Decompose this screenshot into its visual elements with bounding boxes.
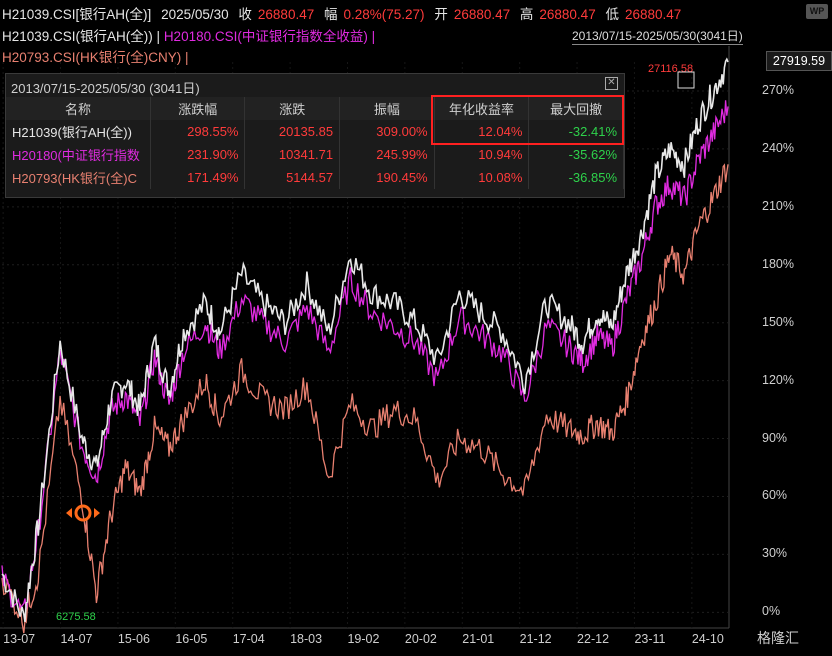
brand-logo: 格隆汇 (757, 630, 799, 646)
row-pct: 171.49% (150, 166, 246, 189)
y-tick-label: 90% (762, 430, 788, 445)
header-pct: 涨跌幅 (150, 97, 246, 120)
row-name: H20180(中证银行指数 (6, 143, 151, 166)
row-pct: 231.90% (150, 143, 246, 166)
x-tick-label: 19-02 (347, 632, 380, 646)
x-tick-label: 24-10 (691, 632, 724, 646)
last-value-tag: 27919.59 (766, 51, 832, 71)
row-pct: 298.55% (150, 120, 246, 143)
header-amp: 振幅 (339, 97, 435, 120)
table-row[interactable]: H20180(中证银行指数 231.90% 10341.71 245.99% 1… (6, 143, 624, 166)
x-tick-label: 14-07 (60, 632, 93, 646)
y-tick-label: 150% (762, 314, 794, 329)
row-chg: 5144.57 (244, 166, 341, 189)
header-chg: 涨跌 (244, 97, 341, 120)
y-tick-label: 0% (762, 604, 781, 619)
row-amp: 309.00% (339, 120, 435, 143)
y-tick-label: 30% (762, 546, 788, 561)
y-tick-label: 180% (762, 256, 794, 271)
row-chg: 20135.85 (244, 120, 341, 143)
x-tick-label: 20-02 (404, 632, 437, 646)
row-mdd: -35.62% (528, 143, 624, 166)
x-tick-label: 15-06 (117, 632, 150, 646)
x-tick-label: 13-07 (3, 632, 36, 646)
y-tick-label: 270% (762, 82, 794, 97)
row-name: H20793(HK银行(全)C (6, 166, 151, 189)
close-icon[interactable]: ✕ (605, 77, 618, 90)
x-tick-label: 17-04 (232, 632, 265, 646)
x-tick-label: 21-12 (519, 632, 552, 646)
y-tick-label: 210% (762, 198, 794, 213)
y-tick-label: 60% (762, 488, 788, 503)
header-name: 名称 (6, 97, 151, 120)
x-tick-label: 23-11 (634, 632, 666, 646)
low-price-marker: 6275.58 (56, 611, 96, 623)
row-amp: 190.45% (339, 166, 435, 189)
row-annual: 10.94% (434, 143, 530, 166)
row-amp: 245.99% (339, 143, 435, 166)
x-tick-label: 16-05 (175, 632, 208, 646)
row-mdd: -36.85% (528, 166, 624, 189)
annual-return-highlight-box (431, 95, 624, 145)
x-tick-label: 18-03 (290, 632, 323, 646)
row-chg: 10341.71 (244, 143, 341, 166)
y-tick-label: 120% (762, 372, 794, 387)
row-name: H21039(银行AH(全)) (6, 120, 151, 143)
high-price-marker: 27116.58 (648, 63, 693, 75)
x-tick-label: 22-12 (577, 632, 610, 646)
table-row[interactable]: H20793(HK银行(全)C 171.49% 5144.57 190.45% … (6, 166, 624, 189)
panel-title: 2013/07/15-2025/05/30 (3041日) (11, 81, 200, 96)
row-annual: 10.08% (434, 166, 530, 189)
y-tick-label: 240% (762, 140, 794, 155)
x-tick-label: 21-01 (462, 632, 495, 646)
